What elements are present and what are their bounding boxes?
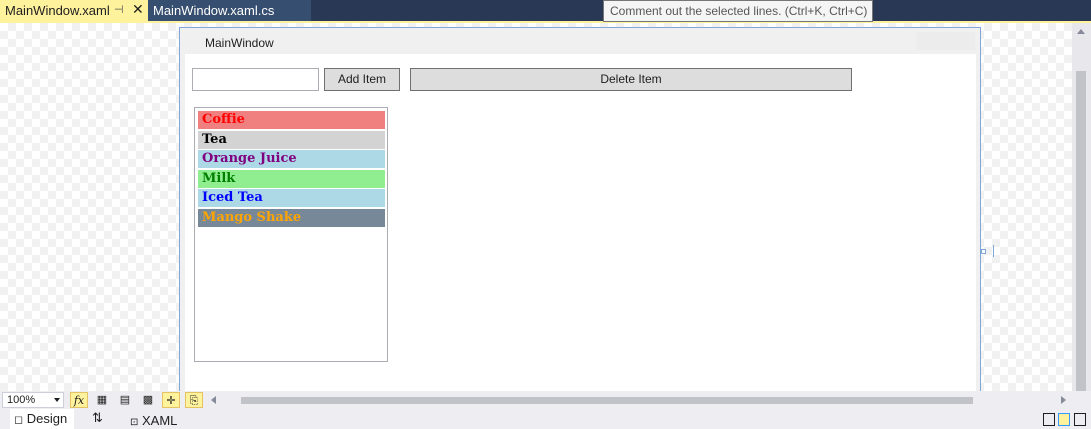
project-code-icon[interactable]: ⎘ xyxy=(185,392,203,408)
scroll-up-icon[interactable] xyxy=(1077,29,1085,34)
scroll-right-icon[interactable] xyxy=(1061,396,1066,404)
snap-to-snaplines-icon[interactable]: ✛ xyxy=(162,392,180,408)
vertical-split-icon[interactable] xyxy=(1043,413,1055,426)
vertical-scrollbar[interactable] xyxy=(1072,23,1091,393)
tab-design-label: Design xyxy=(26,411,68,426)
tab-label: MainWindow.xaml xyxy=(5,3,110,18)
collapse-pane-icon[interactable] xyxy=(1074,413,1086,426)
list-item[interactable]: Milk xyxy=(198,170,385,188)
item-textbox[interactable] xyxy=(192,68,319,91)
artboard-background-icon[interactable]: ▩ xyxy=(139,392,157,408)
add-item-button[interactable]: Add Item xyxy=(324,68,400,91)
drinks-listbox[interactable]: Coffie Tea Orange Juice Milk Iced Tea Ma… xyxy=(194,107,388,362)
horizontal-scrollbar[interactable] xyxy=(205,393,1072,407)
window-close-icon xyxy=(955,32,975,50)
minimize-icon xyxy=(917,32,937,50)
snap-gridlines-icon[interactable]: ▤ xyxy=(116,392,134,408)
effects-toggle-icon[interactable]: fx xyxy=(70,392,88,408)
list-item[interactable]: Orange Juice xyxy=(198,150,385,168)
window-title: MainWindow xyxy=(205,36,274,50)
horizontal-split-icon[interactable] xyxy=(1058,413,1070,426)
pin-icon[interactable]: ⊣ xyxy=(114,0,124,21)
resize-handle[interactable] xyxy=(981,249,986,254)
designer-root: MainWindow.xaml ⊣ ✕ MainWindow.xaml.cs M… xyxy=(0,0,1091,429)
scroll-left-icon[interactable] xyxy=(211,396,216,404)
tab-xaml[interactable]: ⊡ XAML xyxy=(130,411,177,429)
list-item[interactable]: Iced Tea xyxy=(198,189,385,207)
xaml-icon: ⊡ xyxy=(130,417,139,428)
vertical-scroll-thumb[interactable] xyxy=(1076,71,1086,393)
grid-rail-marker xyxy=(993,245,994,257)
list-item[interactable]: Tea xyxy=(198,131,385,149)
chevron-down-icon xyxy=(54,398,60,402)
tooltip: Comment out the selected lines. (Ctrl+K,… xyxy=(603,0,873,22)
swap-panes-icon[interactable]: ⇅ xyxy=(92,410,103,426)
horizontal-scroll-thumb[interactable] xyxy=(241,397,973,404)
design-icon: ◻ xyxy=(14,414,24,426)
tab-xaml-label: XAML xyxy=(142,413,178,428)
tab-mainwindow-xaml[interactable]: MainWindow.xaml ⊣ ✕ xyxy=(0,0,148,21)
zoom-dropdown[interactable]: 100% xyxy=(2,392,64,408)
tab-label: MainWindow.xaml.cs xyxy=(153,3,275,18)
grid-icon[interactable]: ▦ xyxy=(93,392,111,408)
list-item[interactable]: Coffie xyxy=(198,111,385,129)
maximize-icon xyxy=(936,32,956,50)
tab-mainwindow-xaml-cs[interactable]: MainWindow.xaml.cs xyxy=(148,0,311,21)
list-item[interactable]: Mango Shake xyxy=(198,209,385,227)
document-tab-strip: MainWindow.xaml ⊣ ✕ MainWindow.xaml.cs xyxy=(0,0,1091,21)
close-icon[interactable]: ✕ xyxy=(132,0,144,20)
tab-design[interactable]: ◻ Design xyxy=(10,409,74,429)
window-title-bar: MainWindow xyxy=(180,28,980,54)
delete-item-button[interactable]: Delete Item xyxy=(410,68,852,91)
zoom-value: 100% xyxy=(7,394,36,406)
